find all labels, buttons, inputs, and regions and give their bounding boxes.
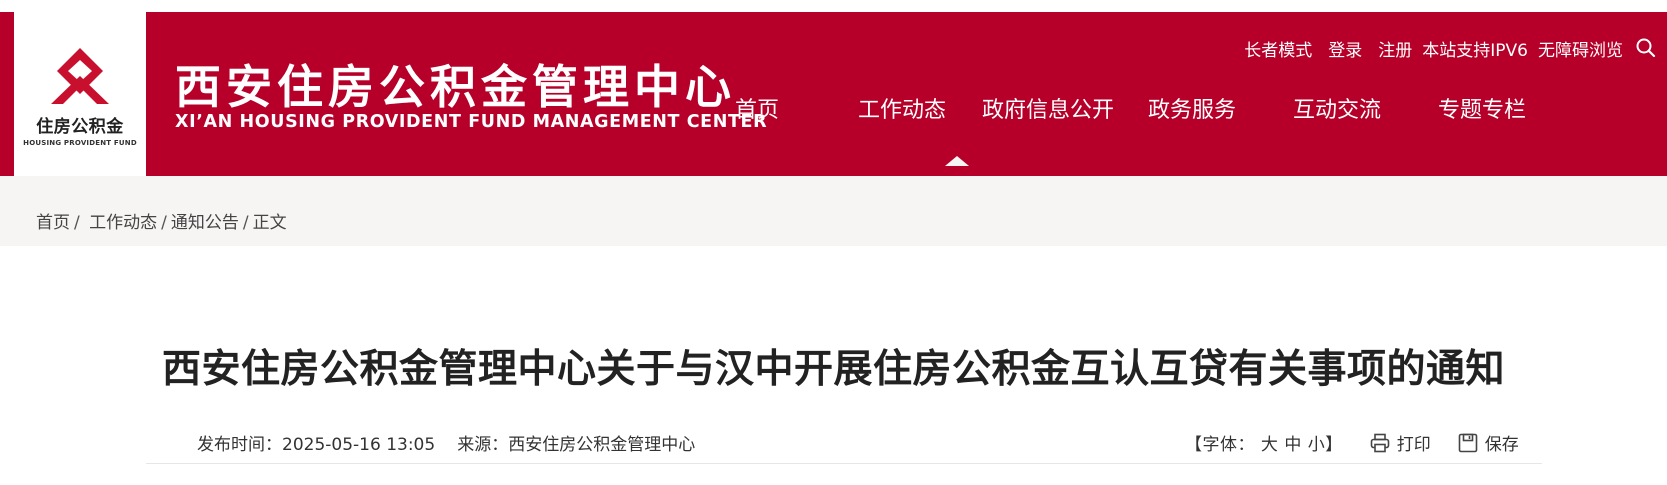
utility-bar: 长者模式 登录 注册 本站支持IPV6 无障碍浏览 bbox=[1244, 28, 1667, 68]
register-link[interactable]: 注册 bbox=[1378, 36, 1412, 61]
publish-time: 2025-05-16 13:05 bbox=[282, 435, 436, 455]
font-small-button[interactable]: 小 bbox=[1308, 435, 1326, 455]
source-value: 西安住房公积金管理中心 bbox=[508, 435, 696, 455]
ipv6-notice: 本站支持IPV6 bbox=[1422, 40, 1528, 61]
breadcrumb-notices[interactable]: 通知公告 bbox=[171, 213, 239, 233]
nav-special[interactable]: 专题专栏 bbox=[1438, 92, 1526, 124]
article-title: 西安住房公积金管理中心关于与汉中开展住房公积金互认互贷有关事项的通知 bbox=[161, 347, 1505, 392]
font-large-button[interactable]: 大 bbox=[1261, 435, 1279, 455]
print-label: 打印 bbox=[1396, 435, 1431, 455]
logo-text-en: HOUSING PROVIDENT FUND bbox=[23, 139, 137, 147]
elder-mode-link[interactable]: 长者模式 bbox=[1244, 36, 1312, 61]
site-logo[interactable]: 住房公积金 HOUSING PROVIDENT FUND bbox=[14, 12, 146, 176]
login-link[interactable]: 登录 bbox=[1328, 36, 1362, 61]
publish-time-label: 发布时间： bbox=[197, 435, 282, 455]
save-icon bbox=[1458, 433, 1478, 452]
font-size-label: 【字体： bbox=[1185, 435, 1255, 455]
accessibility-link[interactable]: 无障碍浏览 bbox=[1538, 36, 1623, 61]
save-label: 保存 bbox=[1484, 435, 1519, 455]
save-button[interactable]: 保存 bbox=[1457, 430, 1519, 455]
printer-icon bbox=[1370, 433, 1390, 452]
nav-active-indicator bbox=[945, 156, 969, 166]
main-nav: 首页 工作动态 政府信息公开 政务服务 互动交流 专题专栏 bbox=[735, 78, 1526, 138]
breadcrumb-work-news[interactable]: 工作动态 bbox=[89, 213, 157, 233]
nav-home[interactable]: 首页 bbox=[735, 92, 858, 124]
font-size-control: 【字体： 大 中 小】 bbox=[1185, 430, 1343, 455]
breadcrumb: 首页 / 工作动态 / 通知公告 / 正文 bbox=[36, 208, 287, 233]
site-title[interactable]: 西安住房公积金管理中心 bbox=[175, 62, 736, 112]
logo-text-cn: 住房公积金 bbox=[36, 117, 124, 137]
nav-work-news[interactable]: 工作动态 bbox=[858, 92, 982, 124]
font-medium-button[interactable]: 中 bbox=[1284, 435, 1302, 455]
meta-divider bbox=[146, 463, 1542, 464]
source-label: 来源： bbox=[457, 435, 509, 455]
nav-gov-info[interactable]: 政府信息公开 bbox=[982, 92, 1148, 124]
print-button[interactable]: 打印 bbox=[1369, 430, 1431, 455]
breadcrumb-current: 正文 bbox=[252, 213, 287, 233]
top-strip bbox=[0, 0, 1667, 12]
breadcrumb-home[interactable]: 首页 bbox=[36, 213, 70, 233]
search-icon[interactable] bbox=[1635, 37, 1657, 59]
breadcrumb-separator: / bbox=[74, 213, 80, 233]
nav-interaction[interactable]: 互动交流 bbox=[1293, 92, 1438, 124]
logo-emblem-icon bbox=[51, 48, 109, 104]
site-subtitle: XI’AN HOUSING PROVIDENT FUND MANAGEMENT … bbox=[175, 112, 768, 132]
font-size-bracket: 】 bbox=[1325, 435, 1343, 455]
article-tools: 【字体： 大 中 小】 打印 保存 bbox=[1185, 430, 1519, 455]
breadcrumb-separator: / bbox=[161, 213, 167, 233]
nav-services[interactable]: 政务服务 bbox=[1148, 92, 1293, 124]
breadcrumb-separator: / bbox=[242, 213, 249, 233]
article-meta: 发布时间：2025-05-16 13:05 来源：西安住房公积金管理中心 bbox=[197, 430, 695, 455]
